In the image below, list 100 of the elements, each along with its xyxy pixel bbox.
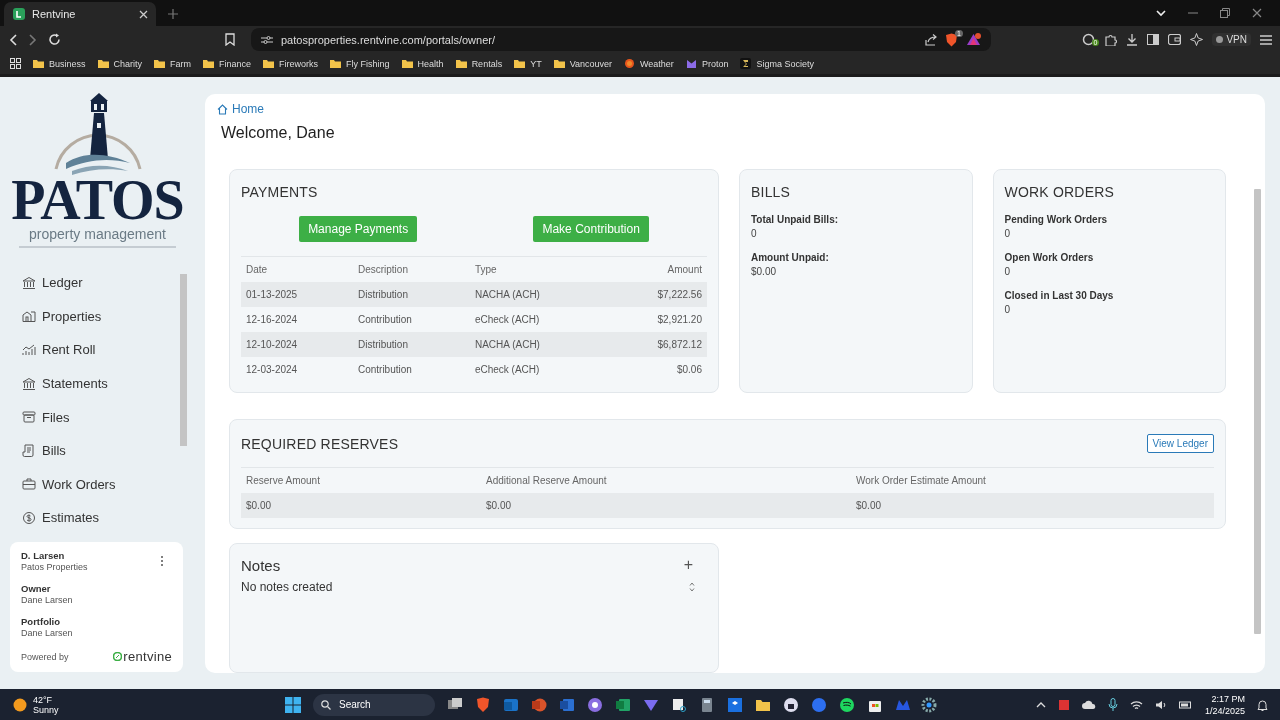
table-cell: NACHA (ACH) bbox=[469, 332, 608, 357]
vpn-button[interactable]: VPN bbox=[1212, 33, 1251, 46]
gear-icon[interactable] bbox=[921, 696, 937, 713]
music-icon[interactable] bbox=[839, 696, 855, 713]
field-value: Dane Larsen bbox=[21, 628, 74, 638]
table-cell: $0.00 bbox=[851, 493, 1214, 518]
share-icon[interactable] bbox=[924, 33, 937, 46]
sun-icon bbox=[624, 58, 635, 69]
table-cell: 12-10-2024 bbox=[241, 332, 353, 357]
breadcrumb-link[interactable]: Home bbox=[217, 102, 264, 116]
sidebar-icon[interactable] bbox=[1147, 34, 1160, 45]
bookmark[interactable]: Sigma Society bbox=[740, 58, 814, 69]
bookmark[interactable]: YT bbox=[514, 58, 542, 69]
logo: PATOS property management bbox=[10, 89, 185, 248]
bookmark[interactable]: Proton bbox=[685, 58, 729, 69]
cloud-icon[interactable] bbox=[1081, 699, 1096, 710]
sun-icon bbox=[13, 697, 27, 712]
empty-message: No notes created bbox=[241, 580, 333, 594]
browser-tab[interactable]: Rentvine bbox=[4, 2, 156, 26]
weather-condition: Sunny bbox=[33, 704, 59, 715]
folder-icon bbox=[33, 58, 44, 69]
table-cell: 01-13-2025 bbox=[241, 282, 353, 307]
nav-item[interactable]: Work Orders bbox=[22, 467, 180, 502]
weather-widget[interactable]: 42°F Sunny bbox=[0, 694, 285, 715]
column-header: Type bbox=[469, 256, 608, 282]
triangle-icon[interactable] bbox=[966, 33, 981, 46]
speaker-icon[interactable] bbox=[1154, 699, 1167, 710]
column-header: Date bbox=[241, 256, 353, 282]
back-icon[interactable] bbox=[8, 33, 18, 46]
nav-item[interactable]: Statements bbox=[22, 366, 180, 401]
stat-label: Open Work Orders bbox=[1004, 252, 1095, 263]
clock-time: 2:17 PM bbox=[1210, 692, 1245, 705]
proton-icon bbox=[685, 58, 697, 69]
table-cell: 12-16-2024 bbox=[241, 307, 353, 332]
microphone-icon[interactable] bbox=[1107, 698, 1118, 711]
download-icon[interactable] bbox=[1126, 33, 1139, 46]
archive-icon bbox=[22, 410, 36, 425]
bookmark[interactable]: Fireworks bbox=[263, 58, 319, 69]
table-cell: eCheck (ACH) bbox=[469, 357, 608, 382]
wallet-icon[interactable] bbox=[1168, 34, 1182, 45]
menu-icon[interactable] bbox=[1260, 34, 1272, 45]
more-options-icon[interactable] bbox=[160, 555, 164, 567]
nav-item[interactable]: Properties bbox=[22, 299, 180, 334]
nav-item[interactable]: Ledger bbox=[22, 266, 180, 300]
wifi-icon[interactable] bbox=[1129, 699, 1143, 710]
bank-icon bbox=[22, 275, 36, 290]
bookmark[interactable]: Finance bbox=[203, 58, 252, 69]
search-field[interactable]: Search bbox=[313, 693, 435, 716]
nav-item[interactable]: Rent Roll bbox=[22, 333, 180, 367]
bookmark-icon[interactable] bbox=[225, 33, 235, 46]
chevron-up-icon[interactable] bbox=[1035, 701, 1046, 708]
stat-value: 0 bbox=[1004, 228, 1012, 239]
site-settings-icon[interactable] bbox=[261, 34, 273, 45]
apps-grid-icon[interactable] bbox=[10, 58, 21, 69]
close-icon[interactable] bbox=[139, 9, 148, 19]
calculator-icon[interactable] bbox=[699, 696, 715, 713]
card-title: REQUIRED RESERVES bbox=[241, 435, 399, 452]
chevron-down-icon[interactable] bbox=[1156, 9, 1166, 17]
bookmark[interactable]: Charity bbox=[97, 58, 143, 69]
nav-item[interactable]: Estimates bbox=[22, 501, 180, 535]
nav-item[interactable]: Bills bbox=[22, 433, 180, 468]
column-header: Additional Reserve Amount bbox=[481, 467, 851, 493]
sparkle-icon[interactable] bbox=[1190, 33, 1204, 46]
bookmark[interactable]: Farm bbox=[154, 58, 192, 69]
card-title: PAYMENTS bbox=[241, 184, 319, 200]
folder-icon bbox=[330, 58, 342, 69]
forward-icon[interactable] bbox=[28, 33, 38, 46]
extension-icon[interactable] bbox=[1082, 33, 1096, 46]
chart-icon bbox=[22, 343, 36, 357]
receipt-icon bbox=[22, 443, 36, 458]
bookmark[interactable]: Vancouver bbox=[553, 58, 612, 69]
close-icon[interactable] bbox=[1252, 8, 1262, 18]
bookmark[interactable]: Rentals bbox=[455, 58, 503, 69]
restore-icon[interactable] bbox=[1220, 8, 1230, 18]
bank-icon bbox=[22, 376, 36, 391]
table-cell: $2,921.20 bbox=[607, 307, 707, 332]
folder-icon bbox=[514, 58, 526, 69]
stat-label: Closed in Last 30 Days bbox=[1004, 290, 1115, 301]
table-cell: Distribution bbox=[352, 332, 470, 357]
view-ledger-button[interactable]: View Ledger bbox=[1146, 434, 1214, 453]
bookmark[interactable]: Business bbox=[33, 58, 86, 69]
windows-start-icon[interactable] bbox=[285, 696, 301, 713]
bookmark[interactable]: Fly Fishing bbox=[330, 58, 390, 69]
table-cell: $6,872.12 bbox=[607, 332, 707, 357]
clock-date: 1/24/2025 bbox=[1204, 704, 1245, 717]
add-note-button[interactable]: + bbox=[683, 556, 707, 574]
bell-icon[interactable] bbox=[1257, 698, 1268, 711]
box-icon[interactable] bbox=[727, 696, 743, 713]
folder-icon bbox=[401, 58, 413, 69]
bookmark[interactable]: Weather bbox=[624, 58, 674, 69]
bookmark[interactable]: Health bbox=[401, 58, 444, 69]
reload-icon[interactable] bbox=[48, 33, 61, 46]
column-header: Amount bbox=[607, 256, 707, 282]
folder-icon bbox=[455, 58, 467, 69]
nav-item[interactable]: Files bbox=[22, 400, 180, 434]
buildings-icon bbox=[22, 309, 36, 324]
battery-icon[interactable] bbox=[1178, 699, 1193, 710]
puzzle-icon[interactable] bbox=[1104, 33, 1118, 46]
new-tab-icon[interactable] bbox=[168, 9, 178, 19]
stat-label: Total Unpaid Bills: bbox=[751, 214, 840, 225]
